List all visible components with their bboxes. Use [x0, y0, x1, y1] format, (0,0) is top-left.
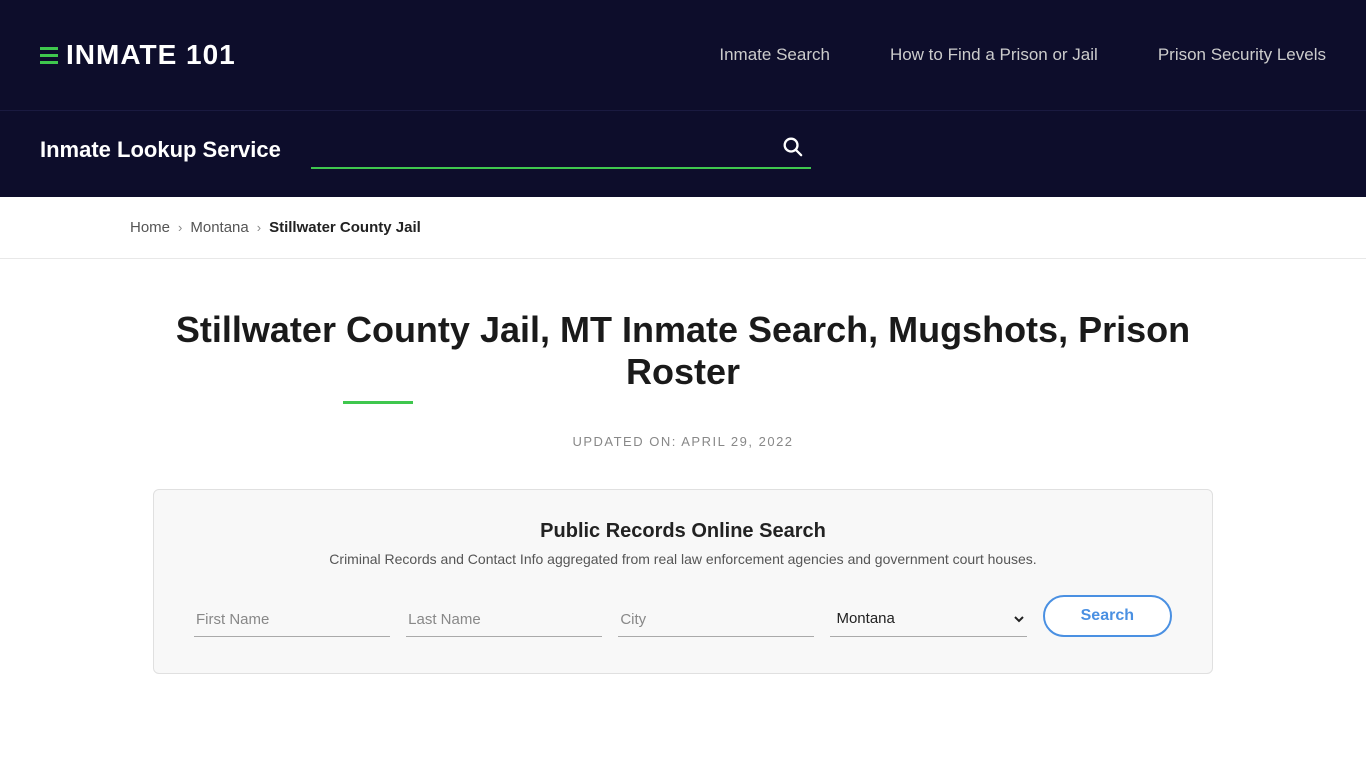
breadcrumb-bar: Home › Montana › Stillwater County Jail — [0, 197, 1366, 259]
main-content: Stillwater County Jail, MT Inmate Search… — [133, 259, 1233, 734]
search-input-wrap — [311, 131, 811, 169]
nav-inmate-search[interactable]: Inmate Search — [719, 45, 830, 65]
first-name-input[interactable] — [194, 603, 390, 637]
first-name-field — [194, 603, 390, 637]
title-container: Stillwater County Jail, MT Inmate Search… — [153, 309, 1213, 404]
chevron-icon-2: › — [257, 220, 261, 235]
logo-bars-icon — [40, 47, 58, 64]
logo-text: INMATE 101 — [66, 39, 236, 71]
search-button[interactable]: Search — [1043, 595, 1172, 637]
breadcrumb: Home › Montana › Stillwater County Jail — [130, 219, 1236, 236]
page-title: Stillwater County Jail, MT Inmate Search… — [153, 309, 1213, 393]
search-form: AlabamaAlaskaArizonaArkansasCaliforniaCo… — [194, 595, 1172, 637]
last-name-field — [406, 603, 602, 637]
city-input[interactable] — [618, 603, 814, 637]
site-logo[interactable]: INMATE 101 — [40, 39, 236, 71]
nav-links: Inmate Search How to Find a Prison or Ja… — [719, 45, 1326, 65]
public-records-card: Public Records Online Search Criminal Re… — [153, 489, 1213, 674]
card-title: Public Records Online Search — [194, 520, 1172, 543]
nav-security-levels[interactable]: Prison Security Levels — [1158, 45, 1326, 65]
city-field — [618, 603, 814, 637]
nav-how-to-find[interactable]: How to Find a Prison or Jail — [890, 45, 1098, 65]
top-navigation: INMATE 101 Inmate Search How to Find a P… — [0, 0, 1366, 110]
state-field: AlabamaAlaskaArizonaArkansasCaliforniaCo… — [830, 601, 1026, 637]
last-name-input[interactable] — [406, 603, 602, 637]
search-section-label: Inmate Lookup Service — [40, 137, 281, 163]
state-select[interactable]: AlabamaAlaskaArizonaArkansasCaliforniaCo… — [830, 601, 1026, 637]
breadcrumb-home[interactable]: Home — [130, 219, 170, 236]
search-section: Inmate Lookup Service — [0, 110, 1366, 197]
chevron-icon: › — [178, 220, 182, 235]
breadcrumb-state[interactable]: Montana — [190, 219, 248, 236]
updated-text: UPDATED ON: APRIL 29, 2022 — [153, 434, 1213, 449]
card-subtitle: Criminal Records and Contact Info aggreg… — [194, 551, 1172, 567]
search-icon — [781, 135, 803, 157]
search-submit-button[interactable] — [773, 131, 811, 167]
search-input[interactable] — [311, 133, 773, 165]
breadcrumb-current: Stillwater County Jail — [269, 219, 421, 236]
title-underline — [343, 401, 413, 404]
